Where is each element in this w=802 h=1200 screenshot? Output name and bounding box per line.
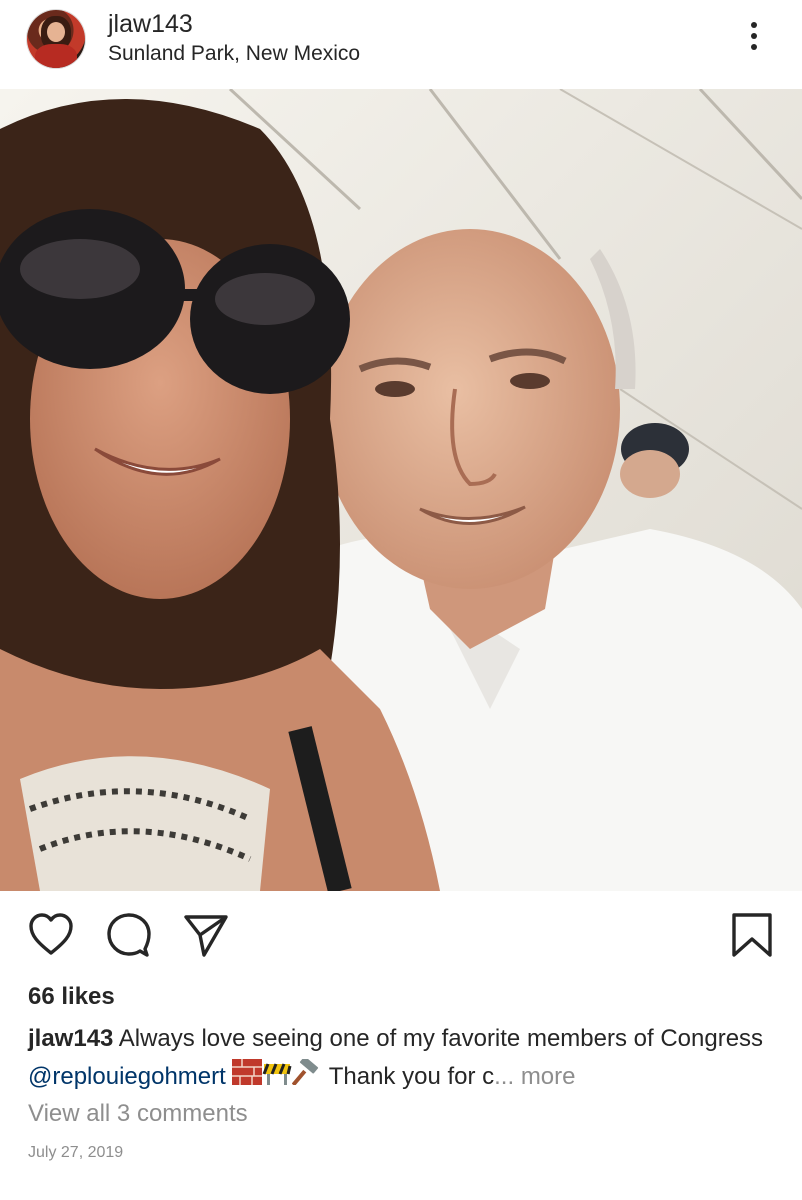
post-action-bar — [0, 905, 802, 969]
post-photo[interactable] — [0, 89, 802, 891]
profile-avatar[interactable] — [27, 10, 85, 68]
hammer-emoji — [292, 1056, 322, 1097]
likes-count[interactable]: 66 likes — [28, 983, 115, 1011]
caption-text-continued: Thank you for c — [322, 1063, 495, 1090]
post-date: July 27, 2019 — [28, 1144, 124, 1161]
share-icon[interactable] — [182, 911, 230, 964]
caption-more-link[interactable]: ... more — [494, 1063, 575, 1090]
post-location[interactable]: Sunland Park, New Mexico — [108, 42, 360, 66]
brick-emoji — [232, 1058, 263, 1097]
heart-icon[interactable] — [27, 911, 75, 964]
construction-emoji — [262, 1059, 292, 1097]
more-vertical-icon[interactable] — [744, 22, 764, 58]
post-header: jlaw143 Sunland Park, New Mexico — [0, 0, 802, 88]
caption-mention[interactable]: @replouiegohmert — [28, 1063, 226, 1090]
caption-text: Always love seeing one of my favorite me… — [118, 1025, 764, 1052]
post-username[interactable]: jlaw143 — [108, 10, 193, 39]
bookmark-icon[interactable] — [730, 911, 774, 964]
selfie-photo-illustration — [0, 89, 802, 891]
view-comments-link[interactable]: View all 3 comments — [28, 1100, 248, 1128]
comment-icon[interactable] — [105, 911, 153, 964]
post-caption: jlaw143 Always love seeing one of my fav… — [28, 1020, 788, 1097]
caption-username[interactable]: jlaw143 — [28, 1025, 113, 1052]
